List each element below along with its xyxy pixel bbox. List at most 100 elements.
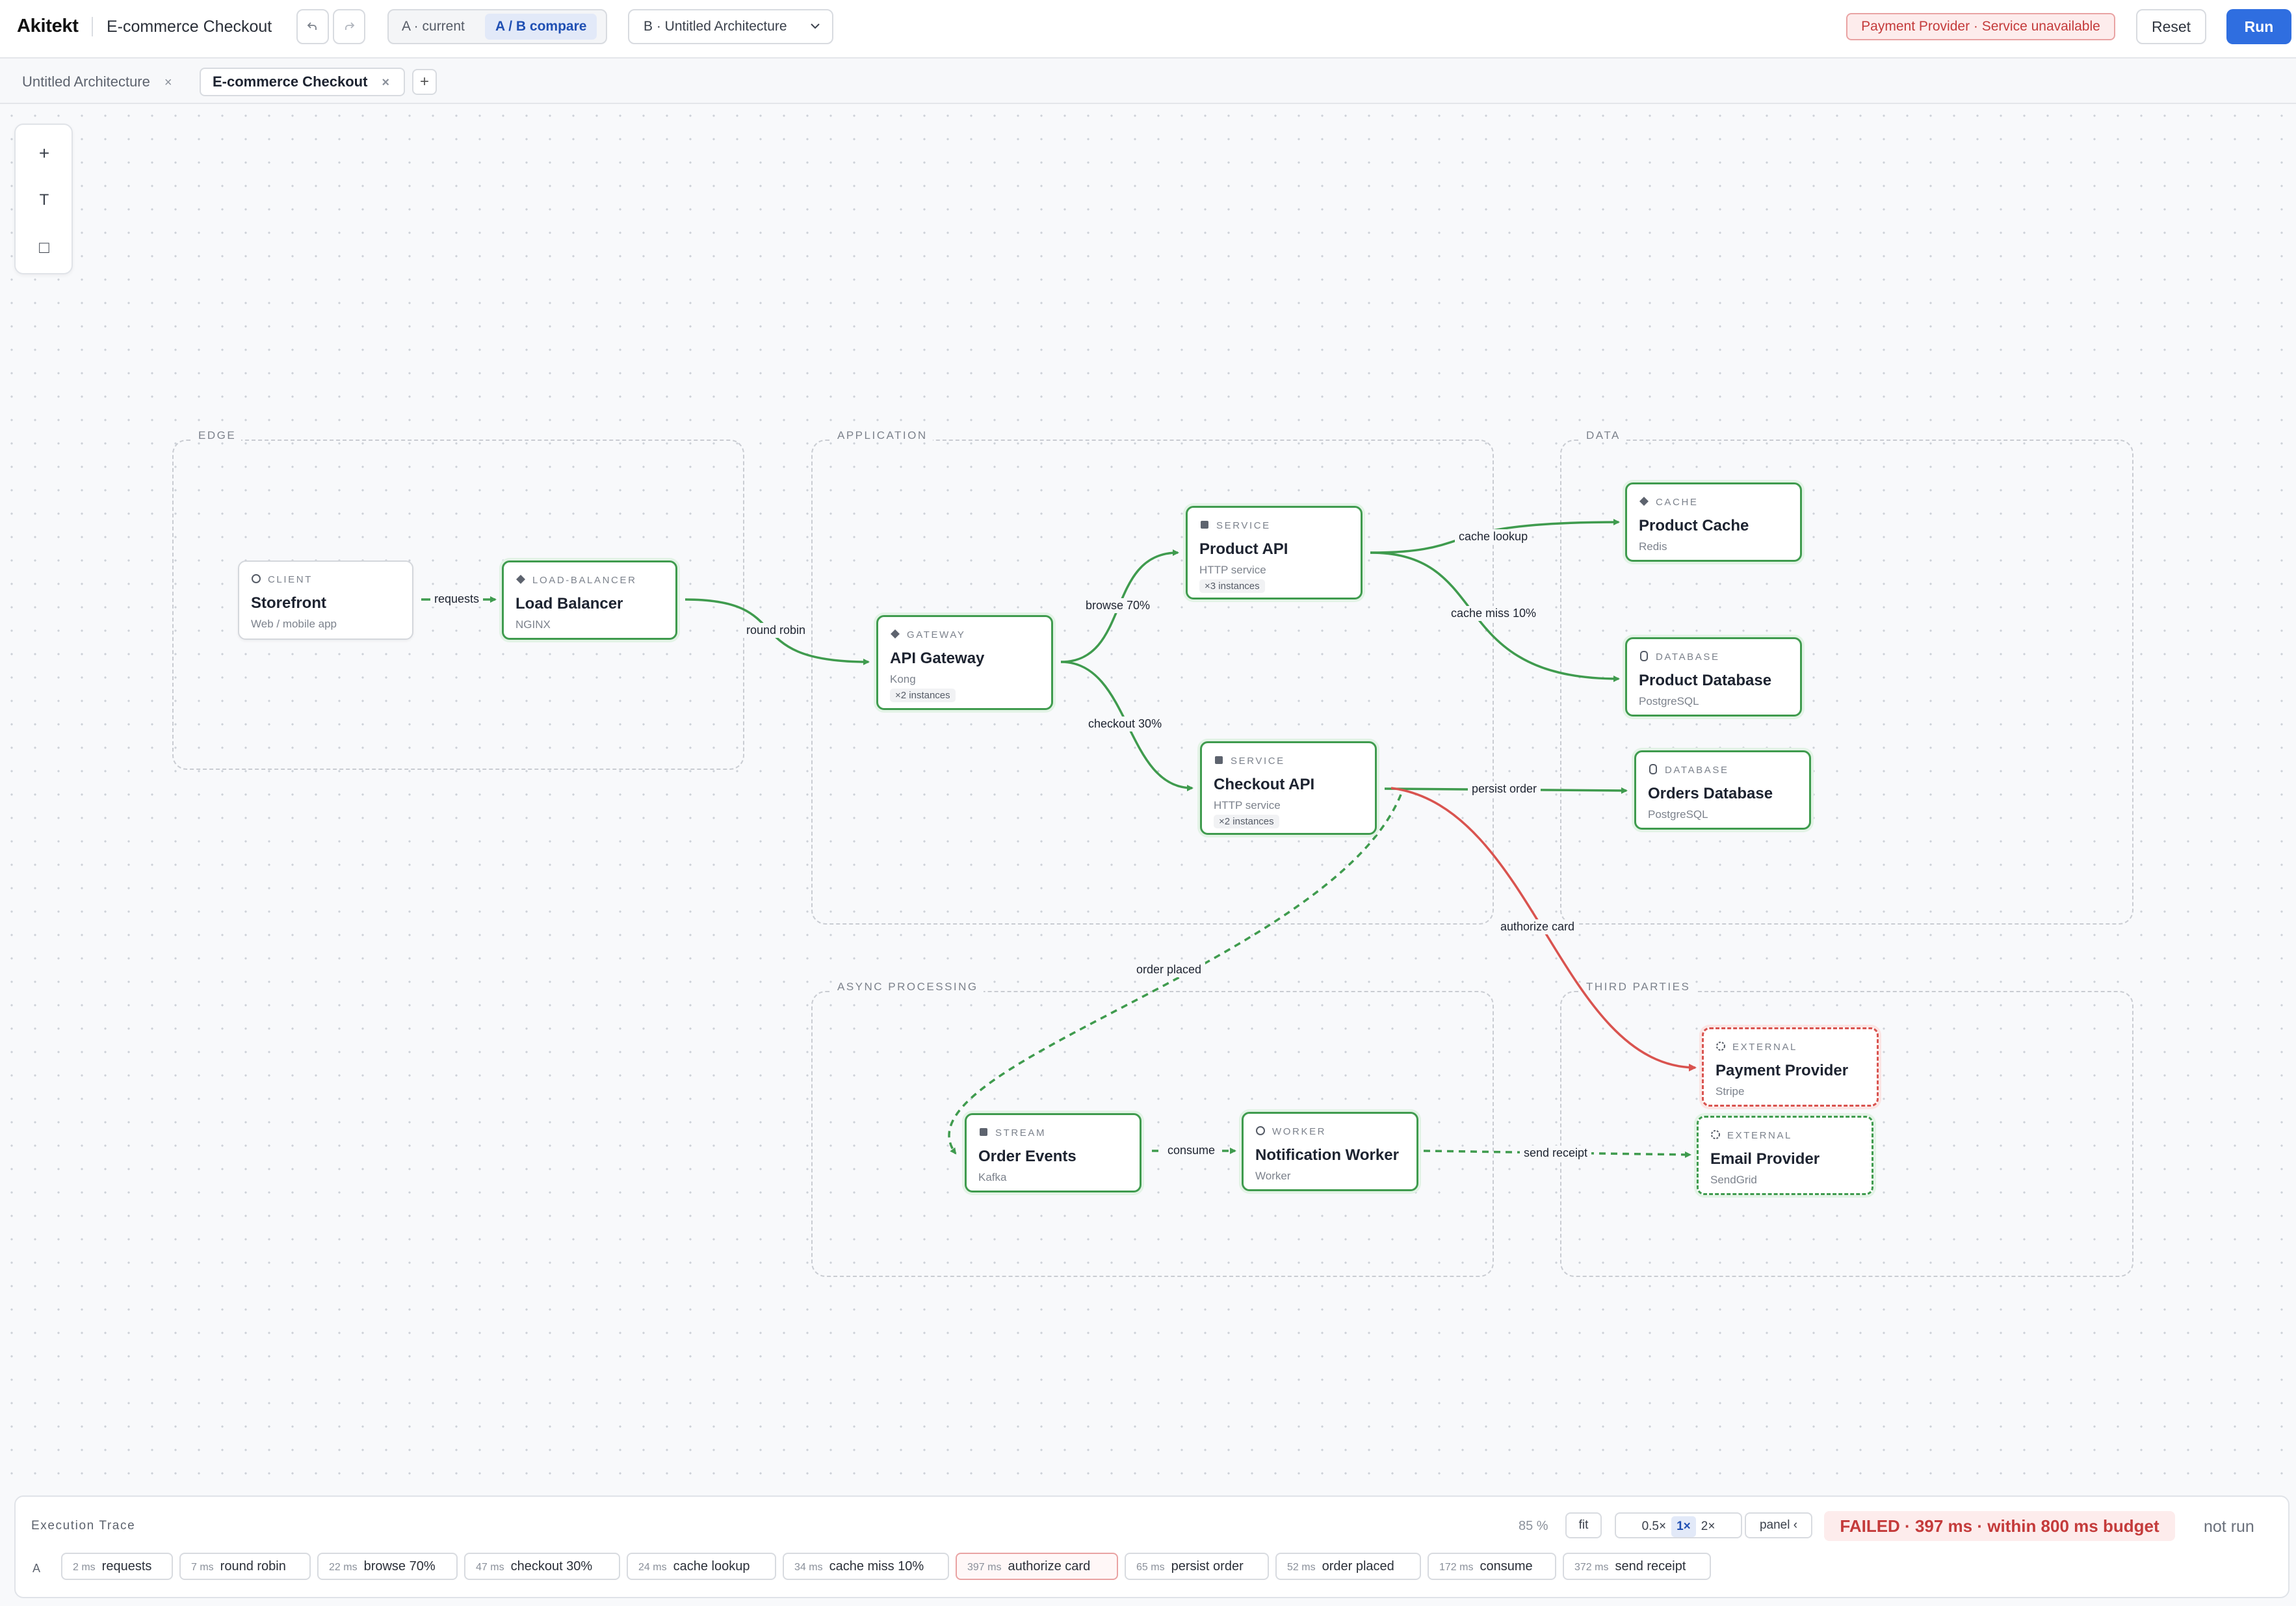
- node-kind: EXTERNAL: [1710, 1129, 1792, 1141]
- node-kind: EXTERNAL: [1715, 1041, 1797, 1053]
- node-kind-label: EXTERNAL: [1727, 1130, 1792, 1141]
- zoom-level: 85 %: [1519, 1519, 1548, 1533]
- trace-step-chip[interactable]: 172 ms consume: [1428, 1553, 1556, 1580]
- diagram-edges: [421, 519, 1697, 1158]
- node-kind-label: EXTERNAL: [1732, 1042, 1797, 1053]
- database-icon: [1640, 651, 1648, 661]
- node-payment-provider[interactable]: EXTERNAL Payment Provider Stripe: [1702, 1027, 1879, 1107]
- node-name: Product Database: [1639, 672, 1772, 689]
- node-kind-label: STREAM: [995, 1127, 1047, 1139]
- node-subtitle: Web / mobile app: [251, 618, 337, 630]
- node-subtitle: Kafka: [978, 1171, 1007, 1183]
- trace-step-label: order placed: [1322, 1559, 1394, 1573]
- node-kind: SERVICE: [1214, 755, 1285, 767]
- trace-step-chip[interactable]: 34 ms cache miss 10%: [783, 1553, 949, 1580]
- node-kind: GATEWAY: [890, 629, 965, 640]
- diamond-icon: [1639, 497, 1649, 506]
- node-order-events[interactable]: STREAM Order Events Kafka: [965, 1113, 1141, 1192]
- speed-toggle: 0.5× 1× 2×: [1615, 1512, 1742, 1538]
- node-kind: STREAM: [978, 1127, 1046, 1139]
- speed-option[interactable]: 2×: [1696, 1516, 1721, 1537]
- node-product-cache[interactable]: CACHE Product Cache Redis: [1625, 482, 1802, 562]
- trace-step-duration: 22 ms: [329, 1562, 358, 1573]
- node-name: Checkout API: [1214, 776, 1315, 793]
- node-name: Notification Worker: [1255, 1146, 1399, 1164]
- node-kind-label: DATABASE: [1665, 765, 1729, 776]
- trace-step-chip[interactable]: 397 ms authorize card: [956, 1553, 1118, 1580]
- speed-option[interactable]: 0.5×: [1637, 1516, 1672, 1537]
- node-email-provider[interactable]: EXTERNAL Email Provider SendGrid: [1697, 1116, 1873, 1195]
- trace-step-label: consume: [1480, 1559, 1533, 1573]
- trace-title: Execution Trace: [31, 1519, 136, 1533]
- panel-toggle-button[interactable]: panel ‹: [1745, 1512, 1812, 1538]
- node-subtitle: Kong: [890, 673, 916, 685]
- trace-row-label: A: [33, 1562, 41, 1575]
- node-kind-label: SERVICE: [1231, 756, 1285, 767]
- trace-step-chip[interactable]: 52 ms order placed: [1275, 1553, 1421, 1580]
- square-icon: [1215, 756, 1223, 764]
- trace-step-chip[interactable]: 372 ms send receipt: [1563, 1553, 1711, 1580]
- edge-label-cache-lookup: cache lookup: [1455, 529, 1532, 544]
- node-subtitle: Redis: [1639, 540, 1667, 553]
- edge-label-order-placed: order placed: [1132, 962, 1206, 977]
- trace-step-chip[interactable]: 47 ms checkout 30%: [464, 1553, 620, 1580]
- node-kind: SERVICE: [1199, 520, 1271, 531]
- trace-step-chip[interactable]: 24 ms cache lookup: [627, 1553, 776, 1580]
- node-name: Product Cache: [1639, 517, 1749, 534]
- instance-count-badge: ×3 instances: [1199, 579, 1265, 593]
- node-product-api[interactable]: SERVICE Product API HTTP service ×3 inst…: [1186, 506, 1363, 599]
- database-icon: [1649, 764, 1657, 774]
- trace-step-label: requests: [101, 1559, 152, 1573]
- node-name: Orders Database: [1648, 785, 1773, 802]
- node-name: Storefront: [251, 594, 326, 612]
- trace-step-label: authorize card: [1008, 1559, 1091, 1573]
- edge-label-send-receipt: send receipt: [1520, 1146, 1592, 1161]
- node-storefront[interactable]: CLIENT Storefront Web / mobile app: [238, 560, 413, 640]
- trace-step-label: cache lookup: [673, 1559, 750, 1573]
- node-notification-worker[interactable]: WORKER Notification Worker Worker: [1242, 1112, 1418, 1191]
- node-subtitle: HTTP service: [1214, 799, 1281, 811]
- edge-label-checkout: checkout 30%: [1084, 717, 1166, 731]
- worker-icon: [1256, 1126, 1265, 1135]
- trace-step-duration: 52 ms: [1287, 1562, 1316, 1573]
- edge-label-consume: consume: [1164, 1143, 1220, 1158]
- trace-step-duration: 24 ms: [638, 1562, 667, 1573]
- trace-step-duration: 2 ms: [73, 1562, 96, 1573]
- fit-button[interactable]: fit: [1565, 1512, 1602, 1538]
- speed-option-selected[interactable]: 1×: [1671, 1516, 1696, 1537]
- node-subtitle: NGINX: [515, 618, 551, 631]
- square-icon: [980, 1128, 987, 1136]
- instance-count-badge: ×2 instances: [890, 689, 956, 702]
- node-api-gateway[interactable]: GATEWAY API Gateway Kong ×2 instances: [876, 615, 1053, 710]
- node-name: Product API: [1199, 540, 1288, 558]
- trace-step-chip[interactable]: 7 ms round robin: [179, 1553, 311, 1580]
- trace-step-label: browse 70%: [363, 1559, 436, 1573]
- trace-step-chip[interactable]: 65 ms persist order: [1125, 1553, 1269, 1580]
- trace-step-duration: 47 ms: [476, 1562, 504, 1573]
- node-kind-label: WORKER: [1272, 1126, 1327, 1137]
- node-kind-label: CACHE: [1656, 497, 1699, 508]
- node-kind-label: SERVICE: [1216, 520, 1271, 531]
- run-result-banner: FAILED · 397 ms · within 800 ms budget: [1824, 1511, 2175, 1541]
- node-orders-database[interactable]: DATABASE Orders Database PostgreSQL: [1634, 750, 1811, 830]
- node-subtitle: PostgreSQL: [1639, 695, 1699, 707]
- trace-step-chip[interactable]: 2 ms requests: [61, 1553, 173, 1580]
- instance-count-badge: ×2 instances: [1214, 815, 1279, 828]
- node-kind-label: GATEWAY: [907, 629, 966, 640]
- trace-step-label: round robin: [220, 1559, 286, 1573]
- node-subtitle: Stripe: [1715, 1085, 1745, 1098]
- trace-step-duration: 7 ms: [191, 1562, 214, 1573]
- node-load-balancer[interactable]: LOAD-BALANCER Load Balancer NGINX: [502, 560, 677, 640]
- node-product-database[interactable]: DATABASE Product Database PostgreSQL: [1625, 637, 1802, 717]
- client-icon: [252, 574, 261, 583]
- node-checkout-api[interactable]: SERVICE Checkout API HTTP service ×2 ins…: [1200, 741, 1377, 835]
- square-icon: [1201, 521, 1208, 529]
- trace-step-duration: 172 ms: [1439, 1562, 1474, 1573]
- trace-step-duration: 372 ms: [1574, 1562, 1609, 1573]
- node-kind: DATABASE: [1648, 764, 1729, 776]
- node-kind-label: DATABASE: [1656, 652, 1720, 663]
- node-subtitle: Worker: [1255, 1170, 1291, 1182]
- node-kind: LOAD-BALANCER: [515, 574, 637, 586]
- trace-step-chip[interactable]: 22 ms browse 70%: [317, 1553, 458, 1580]
- diamond-icon: [516, 575, 525, 584]
